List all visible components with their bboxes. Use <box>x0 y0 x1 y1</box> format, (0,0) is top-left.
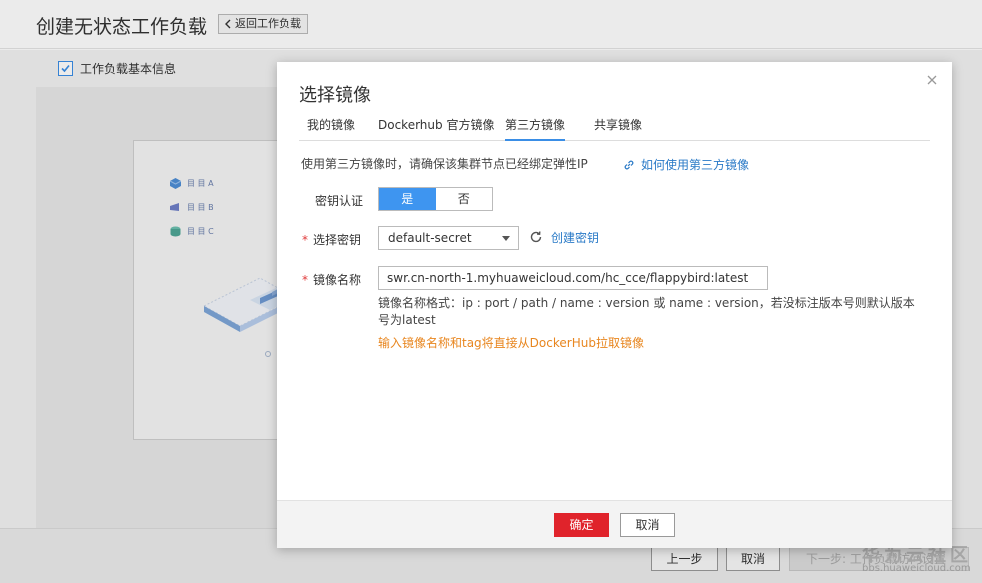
secret-auth-label: 密钥认证 <box>315 194 364 208</box>
refresh-icon[interactable] <box>529 230 543 244</box>
image-name-input[interactable]: swr.cn-north-1.myhuaweicloud.com/hc_cce/… <box>378 266 768 290</box>
create-secret-link[interactable]: 创建密钥 <box>551 229 599 246</box>
secret-auth-toggle: 是 否 <box>378 187 493 211</box>
help-link[interactable]: 如何使用第三方镜像 <box>623 156 749 173</box>
secret-select-value: default-secret <box>388 231 472 245</box>
tab-my-images[interactable]: 我的镜像 <box>307 116 355 133</box>
image-name-label: * 镜像名称 <box>302 273 362 287</box>
caret-down-icon <box>502 236 510 241</box>
image-format-note: 镜像名称格式：ip : port / path / name : version… <box>378 296 915 327</box>
tab-third-party[interactable]: 第三方镜像 <box>505 116 566 141</box>
tab-dockerhub-official[interactable]: Dockerhub 官方镜像 <box>378 116 494 133</box>
link-icon <box>624 160 634 169</box>
confirm-button[interactable]: 确定 <box>554 513 609 537</box>
secret-select[interactable]: default-secret <box>378 226 519 250</box>
help-link-label: 如何使用第三方镜像 <box>641 158 750 172</box>
dialog-cancel-button[interactable]: 取消 <box>620 513 675 537</box>
dialog-title: 选择镜像 <box>299 85 371 106</box>
required-marker: * <box>302 233 308 247</box>
third-party-hint: 使用第三方镜像时，请确保该集群节点已经绑定弹性IP <box>301 157 588 171</box>
tab-shared-images[interactable]: 共享镜像 <box>594 116 642 133</box>
required-marker: * <box>302 273 308 287</box>
close-icon[interactable] <box>926 74 938 86</box>
select-secret-label: * 选择密钥 <box>302 233 362 247</box>
dialog-footer: 确定 取消 <box>277 500 952 548</box>
secret-auth-yes[interactable]: 是 <box>379 188 436 210</box>
image-source-tabs: 我的镜像 Dockerhub 官方镜像 第三方镜像 共享镜像 <box>299 113 930 141</box>
select-image-dialog: 选择镜像 我的镜像 Dockerhub 官方镜像 第三方镜像 共享镜像 使用第三… <box>277 62 952 548</box>
dockerhub-warning: 输入镜像名称和tag将直接从DockerHub拉取镜像 <box>378 336 644 350</box>
secret-auth-no[interactable]: 否 <box>435 188 492 210</box>
